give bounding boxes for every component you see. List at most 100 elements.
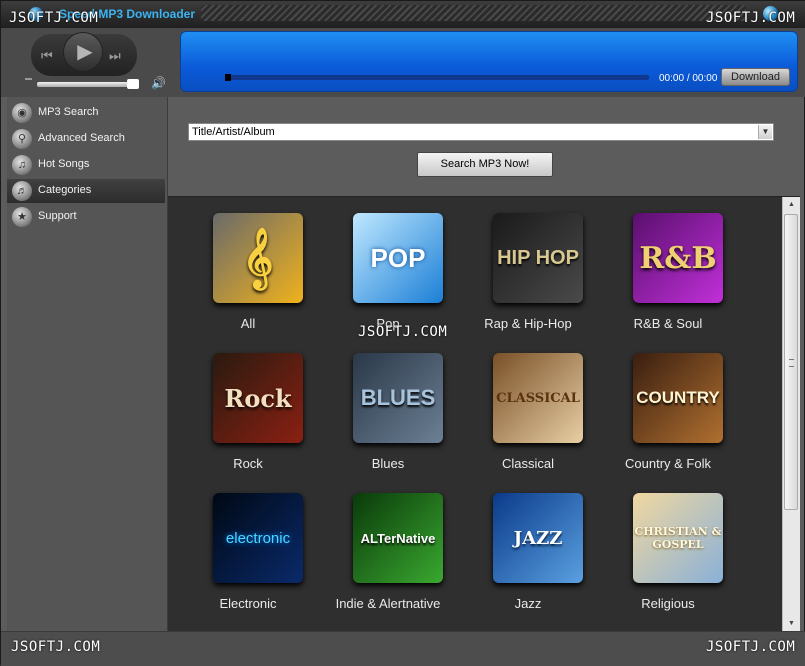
tile-text: Rock xyxy=(224,383,292,413)
category-label: Indie & Alertnative xyxy=(335,596,441,611)
category-label: Country & Folk xyxy=(625,456,711,471)
category-blues[interactable]: BLUES Blues xyxy=(318,337,458,471)
category-label: Blues xyxy=(371,456,405,471)
speaker-icon[interactable]: 🔊 xyxy=(151,76,166,90)
sidebar-item-hot-songs[interactable]: ♫ Hot Songs xyxy=(7,153,165,177)
category-tile-image: POP xyxy=(353,213,443,303)
category-label: Classical xyxy=(501,456,554,471)
category-tile-image: ALTerNative xyxy=(353,493,443,583)
watermark-bottom-left: JSOFTJ.COM xyxy=(11,639,101,655)
sidebar-item-label: Advanced Search xyxy=(38,132,125,144)
title-bar-stripes xyxy=(201,5,746,21)
tile-text: HIP HOP xyxy=(497,246,579,269)
skip-forward-icon[interactable]: ⏭ xyxy=(109,48,121,64)
status-bar xyxy=(1,631,805,666)
chevron-down-icon[interactable]: ▼ xyxy=(758,125,772,139)
watermark-center: JSOFTJ.COM xyxy=(358,324,448,340)
tile-text: CHRISTIAN & GOSPEL xyxy=(634,525,722,551)
category-country-folk[interactable]: COUNTRY Country & Folk xyxy=(598,337,738,471)
watermark-top-right: JSOFTJ.COM xyxy=(706,10,796,26)
tile-text: CLASSICAL xyxy=(496,390,580,406)
volume-slider[interactable] xyxy=(37,82,139,87)
watermark-top-left: JSOFTJ.COM xyxy=(9,10,99,26)
seek-bar[interactable] xyxy=(225,75,649,80)
sidebar-item-mp3-search[interactable]: ◉ MP3 Search xyxy=(7,101,165,125)
magnifier-icon: ⚲ xyxy=(12,129,32,149)
sidebar-item-label: Hot Songs xyxy=(38,158,90,170)
categories-grid: 𝄞 All POP Pop HIP HOP Rap & Hip-Hop R&B … xyxy=(168,197,780,632)
volume-minus-icon xyxy=(25,78,32,80)
tile-text: COUNTRY xyxy=(636,388,720,407)
category-all[interactable]: 𝄞 All xyxy=(178,197,318,331)
tile-text: R&B xyxy=(639,240,717,276)
sidebar-nav: ◉ MP3 Search ⚲ Advanced Search ♫ Hot Son… xyxy=(7,97,168,631)
category-label: Rap & Hip-Hop xyxy=(484,316,572,331)
category-tile-image: BLUES xyxy=(353,353,443,443)
category-label: Electronic xyxy=(219,596,277,611)
category-pop[interactable]: POP Pop xyxy=(318,197,458,331)
search-type-select[interactable]: Title/Artist/Album ▼ xyxy=(188,123,774,141)
category-tile-image: HIP HOP xyxy=(493,213,583,303)
title-bar[interactable]: Speed MP3 Downloader xyxy=(1,1,805,29)
category-classical[interactable]: CLASSICAL Classical xyxy=(458,337,598,471)
watermark-bottom-right: JSOFTJ.COM xyxy=(706,639,796,655)
skip-back-icon[interactable]: ⏮ xyxy=(41,48,53,64)
play-icon[interactable]: ▶ xyxy=(63,32,103,72)
category-religious[interactable]: CHRISTIAN & GOSPEL Religious xyxy=(598,477,738,611)
time-total: 00:00 xyxy=(692,73,718,84)
app-window: Speed MP3 Downloader JSOFTJ.COM JSOFTJ.C… xyxy=(0,0,805,666)
tile-text: JAZZ xyxy=(513,527,563,549)
download-button[interactable]: Download xyxy=(721,68,790,86)
category-electronic[interactable]: electronic Electronic xyxy=(178,477,318,611)
volume-thumb[interactable] xyxy=(127,79,139,89)
music-icon: ♬ xyxy=(12,181,32,201)
sidebar-item-label: MP3 Search xyxy=(38,106,99,118)
category-indie-alternative[interactable]: ALTerNative Indie & Alertnative xyxy=(318,477,458,611)
time-current: 00:00 xyxy=(659,73,685,84)
category-label: Rock xyxy=(233,456,263,471)
category-tile-image: R&B xyxy=(633,213,723,303)
vertical-scrollbar[interactable]: ▲ ▼ xyxy=(782,197,800,632)
categories-panel: 𝄞 All POP Pop HIP HOP Rap & Hip-Hop R&B … xyxy=(168,196,800,632)
category-tile-image: Rock xyxy=(213,353,303,443)
category-jazz[interactable]: JAZZ Jazz xyxy=(458,477,598,611)
category-rock[interactable]: Rock Rock xyxy=(178,337,318,471)
category-tile-image: CLASSICAL xyxy=(493,353,583,443)
category-tile-image: JAZZ xyxy=(493,493,583,583)
search-type-value: Title/Artist/Album xyxy=(192,126,275,138)
headphones-icon: ♫ xyxy=(12,155,32,175)
category-label: All xyxy=(240,316,256,331)
scrollbar-grip xyxy=(789,359,794,367)
category-label: R&B & Soul xyxy=(633,316,703,331)
tile-text: electronic xyxy=(225,529,291,547)
tile-text: BLUES xyxy=(360,385,436,410)
category-tile-image: CHRISTIAN & GOSPEL xyxy=(633,493,723,583)
sidebar-item-label: Support xyxy=(38,210,77,222)
category-tile-image: COUNTRY xyxy=(633,353,723,443)
category-rnb-soul[interactable]: R&B R&B & Soul xyxy=(598,197,738,331)
main-content: Title/Artist/Album ▼ Search MP3 Now! 𝄞 A… xyxy=(168,97,800,632)
search-button[interactable]: Search MP3 Now! xyxy=(417,152,553,177)
time-readout: 00:00 / 00:00 xyxy=(659,73,717,84)
player-bar: ⏮ ▶ ⏭ 🔊 00:00 / 00:00 Download xyxy=(1,28,805,97)
sidebar-item-advanced-search[interactable]: ⚲ Advanced Search xyxy=(7,127,165,151)
scrollbar-thumb[interactable] xyxy=(784,214,798,510)
tile-text: 𝄞 xyxy=(242,228,274,287)
scroll-up-arrow-icon[interactable]: ▲ xyxy=(783,197,800,213)
tile-text: ALTerNative xyxy=(360,530,436,546)
star-icon: ★ xyxy=(12,207,32,227)
time-separator: / xyxy=(686,73,690,84)
category-rap-hip-hop[interactable]: HIP HOP Rap & Hip-Hop xyxy=(458,197,598,331)
tile-text: POP xyxy=(370,242,426,273)
sidebar-item-categories[interactable]: ♬ Categories xyxy=(7,179,165,203)
scroll-down-arrow-icon[interactable]: ▼ xyxy=(783,616,800,632)
sidebar-item-support[interactable]: ★ Support xyxy=(7,205,165,229)
category-label: Religious xyxy=(641,596,695,611)
category-tile-image: 𝄞 xyxy=(213,213,303,303)
seek-knob[interactable] xyxy=(225,74,231,81)
category-label: Jazz xyxy=(514,596,542,611)
category-tile-image: electronic xyxy=(213,493,303,583)
disc-icon: ◉ xyxy=(12,103,32,123)
sidebar-item-label: Categories xyxy=(38,184,92,196)
player-display: 00:00 / 00:00 Download xyxy=(180,31,798,92)
